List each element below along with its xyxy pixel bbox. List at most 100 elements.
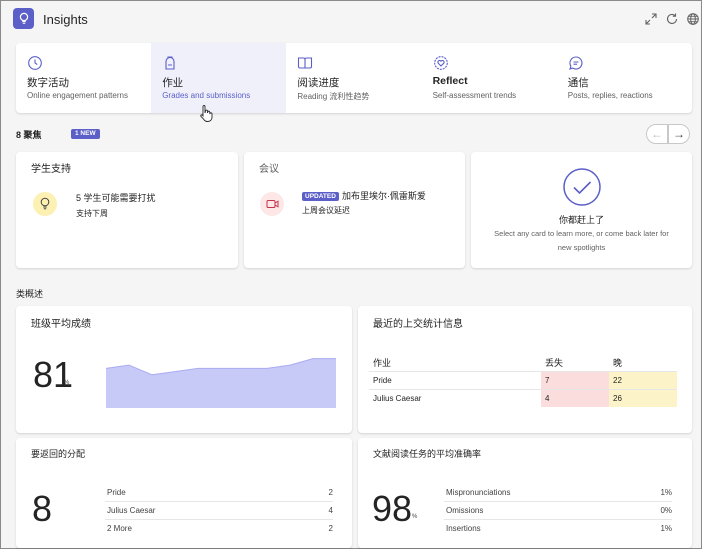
tab-subtitle: Online engagement patterns xyxy=(27,91,128,100)
percent-unit: % xyxy=(64,380,70,386)
item-label: Insertions xyxy=(446,524,481,533)
caught-up-line-1: Select any card to learn more, or come b… xyxy=(494,229,669,238)
tab-title: 数字活动 xyxy=(27,77,69,89)
tab-reading-progress[interactable]: 阅读进度 Reading 流利性趋势 xyxy=(286,43,421,113)
assignments-to-return-card[interactable]: 要返回的分配 8 Pride 2 Julius Caesar 4 2 More 2 xyxy=(16,438,352,548)
reading-accuracy-card[interactable]: 文献阅读任务的平均准确率 98 % Mispronunciations 1% Om… xyxy=(358,438,692,548)
new-badge: 1 NEW xyxy=(71,129,100,139)
column-missing: 丢失 xyxy=(545,358,564,369)
globe-icon[interactable] xyxy=(686,12,700,26)
card-title: 会议 xyxy=(259,164,279,175)
tab-title: Reflect xyxy=(432,75,468,87)
list-item: Mispronunciations 1% xyxy=(444,484,672,502)
tab-subtitle: Reading 流利性趋势 xyxy=(297,92,370,101)
submissions-table: 作业 丢失 晚 Pride 7 22 Julius Caesar 4 26 xyxy=(369,355,677,407)
percent-unit: % xyxy=(412,514,418,520)
refresh-icon[interactable] xyxy=(665,12,679,26)
clock-icon xyxy=(28,56,42,70)
tab-assignments[interactable]: 作业 Grades and submissions xyxy=(151,43,287,113)
spotlight-card-student-support[interactable]: 学生支持 5 学生可能需要打扰 支持下周 xyxy=(16,152,238,268)
spotlights-heading: 8 聚焦 xyxy=(16,130,42,140)
caught-up-line-2: new spotlights xyxy=(557,243,606,252)
table-row[interactable]: Julius Caesar 4 26 xyxy=(369,388,677,407)
accuracy-value: 98 xyxy=(372,488,413,529)
list-item: Omissions 0% xyxy=(444,502,672,520)
card-line-1: 加布里埃尔·佩雷斯爱 xyxy=(341,191,426,201)
missing-count: 7 xyxy=(541,370,609,389)
spotlight-card-all-caught-up: 你都赶上了 Select any card to learn more, or … xyxy=(471,152,692,268)
tab-subtitle: Self-assessment trends xyxy=(432,91,517,100)
tab-communication[interactable]: 通信 Posts, replies, reactions xyxy=(557,43,692,113)
tab-reflect[interactable]: Reflect Self-assessment trends xyxy=(422,43,557,113)
lightbulb-icon xyxy=(19,12,28,24)
list-item: 2 More 2 xyxy=(105,520,333,538)
card-title: 学生支持 xyxy=(31,164,71,175)
card-title: 文献阅读任务的平均准确率 xyxy=(373,449,482,459)
tab-subtitle: Posts, replies, reactions xyxy=(567,91,653,100)
card-line-1-wrap: UPDATED 加布里埃尔·佩雷斯爱 xyxy=(302,189,426,202)
card-title: 要返回的分配 xyxy=(31,449,86,459)
tab-title: 作业 xyxy=(162,77,184,89)
recent-submissions-card[interactable]: 最近的上交统计信息 作业 丢失 晚 Pride 7 22 Julius Caes… xyxy=(358,306,692,433)
column-assignment: 作业 xyxy=(373,358,392,369)
table-row[interactable]: Pride 7 22 xyxy=(369,370,677,389)
item-value: 4 xyxy=(328,506,333,515)
lightbulb-icon xyxy=(33,192,57,216)
check-icon xyxy=(563,168,601,206)
class-average-grade-card[interactable]: 班级平均成绩 81 % xyxy=(16,306,352,433)
assignment-name: Pride xyxy=(369,370,541,389)
column-late: 晚 xyxy=(613,358,623,369)
item-value: 1% xyxy=(660,488,672,497)
card-line-2: 支持下周 xyxy=(76,209,108,218)
insights-tab-bar: 数字活动 Online engagement patterns 作业 Grade… xyxy=(16,43,692,113)
expand-icon[interactable] xyxy=(644,12,658,26)
app-title: Insights xyxy=(43,12,88,27)
tab-digital-activity[interactable]: 数字活动 Online engagement patterns xyxy=(16,43,151,113)
grade-trend-chart xyxy=(106,358,336,408)
item-value: 0% xyxy=(660,506,672,515)
missing-count: 4 xyxy=(541,388,609,407)
card-title: 班级平均成绩 xyxy=(31,319,91,330)
insights-app-icon xyxy=(13,8,34,29)
late-count: 22 xyxy=(609,370,677,389)
next-button[interactable]: → xyxy=(668,124,690,144)
insights-window: Insights 数字活动 Online engagement patterns xyxy=(0,0,702,549)
previous-button[interactable]: ← xyxy=(646,124,668,144)
card-line-1: 5 学生可能需要打扰 xyxy=(76,193,156,203)
book-icon xyxy=(298,57,313,69)
assignment-name: Julius Caesar xyxy=(369,388,541,407)
to-return-count: 8 xyxy=(32,488,53,529)
chat-icon xyxy=(568,56,583,70)
list-item: Julius Caesar 4 xyxy=(105,502,333,520)
item-value: 2 xyxy=(328,524,333,533)
grade-area-fill xyxy=(106,358,336,408)
heart-badge-icon xyxy=(433,56,448,70)
late-count: 26 xyxy=(609,388,677,407)
item-value: 1% xyxy=(660,524,672,533)
item-label: Mispronunciations xyxy=(446,488,511,497)
accuracy-list: Mispronunciations 1% Omissions 0% Insertio… xyxy=(444,484,672,538)
tab-title: 阅读进度 xyxy=(297,77,340,89)
tab-subtitle: Grades and submissions xyxy=(162,91,251,100)
list-item: Insertions 1% xyxy=(444,520,672,538)
class-overview-heading: 类概述 xyxy=(16,289,44,299)
updated-badge: UPDATED xyxy=(302,192,339,201)
item-label: Julius Caesar xyxy=(107,506,156,515)
table-header: 作业 丢失 晚 xyxy=(369,355,677,371)
spotlight-card-meetings[interactable]: 会议 UPDATED 加布里埃尔·佩雷斯爱 上周会议延迟 xyxy=(244,152,465,268)
average-grade-value: 81 xyxy=(33,354,74,395)
backpack-icon xyxy=(165,56,175,70)
to-return-list: Pride 2 Julius Caesar 4 2 More 2 xyxy=(105,484,333,538)
tab-title: 通信 xyxy=(567,77,589,89)
item-value: 2 xyxy=(328,488,333,497)
item-label: 2 More xyxy=(107,524,132,533)
card-title: 最近的上交统计信息 xyxy=(373,319,463,330)
meeting-icon xyxy=(260,192,284,216)
item-label: Pride xyxy=(107,488,126,497)
hand-cursor-icon xyxy=(200,105,213,122)
title-bar: Insights xyxy=(1,1,701,37)
arrow-left-icon: ← xyxy=(651,127,663,141)
caught-up-title: 你都赶上了 xyxy=(558,215,604,225)
list-item: Pride 2 xyxy=(105,484,333,502)
item-label: Omissions xyxy=(446,506,484,515)
